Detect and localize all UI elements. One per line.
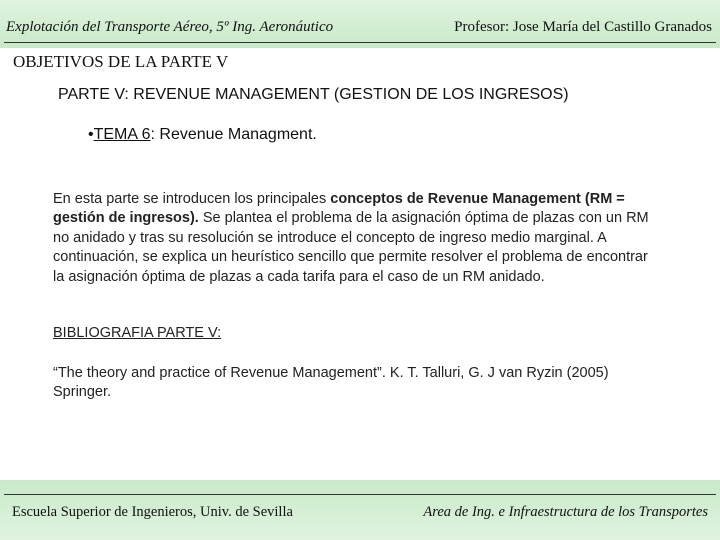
footer-department: Area de Ing. e Infraestructura de los Tr… [423,504,708,520]
footer-school: Escuela Superior de Ingenieros, Univ. de… [12,504,293,520]
footer-divider [4,494,716,495]
tema-bullet-item: •TEMA 6: Revenue Managment. [88,126,317,144]
part-title: PARTE V: REVENUE MANAGEMENT (GESTION DE … [58,86,569,103]
description-paragraph: En esta parte se introducen los principa… [53,190,653,287]
bibliography-title: BIBLIOGRAFIA PARTE V: [53,325,222,341]
tema-link[interactable]: TEMA 6 [94,126,151,143]
tema-text: : Revenue Managment. [150,126,317,143]
section-title: OBJETIVOS DE LA PARTE V [13,52,229,71]
header-divider [4,42,716,43]
header-professor: Profesor: Jose María del Castillo Granad… [454,19,712,35]
description-text-1: En esta parte se introducen los principa… [53,191,331,207]
header-course-title: Explotación del Transporte Aéreo, 5º Ing… [6,19,334,35]
bibliography-reference: “The theory and practice of Revenue Mana… [53,365,609,400]
